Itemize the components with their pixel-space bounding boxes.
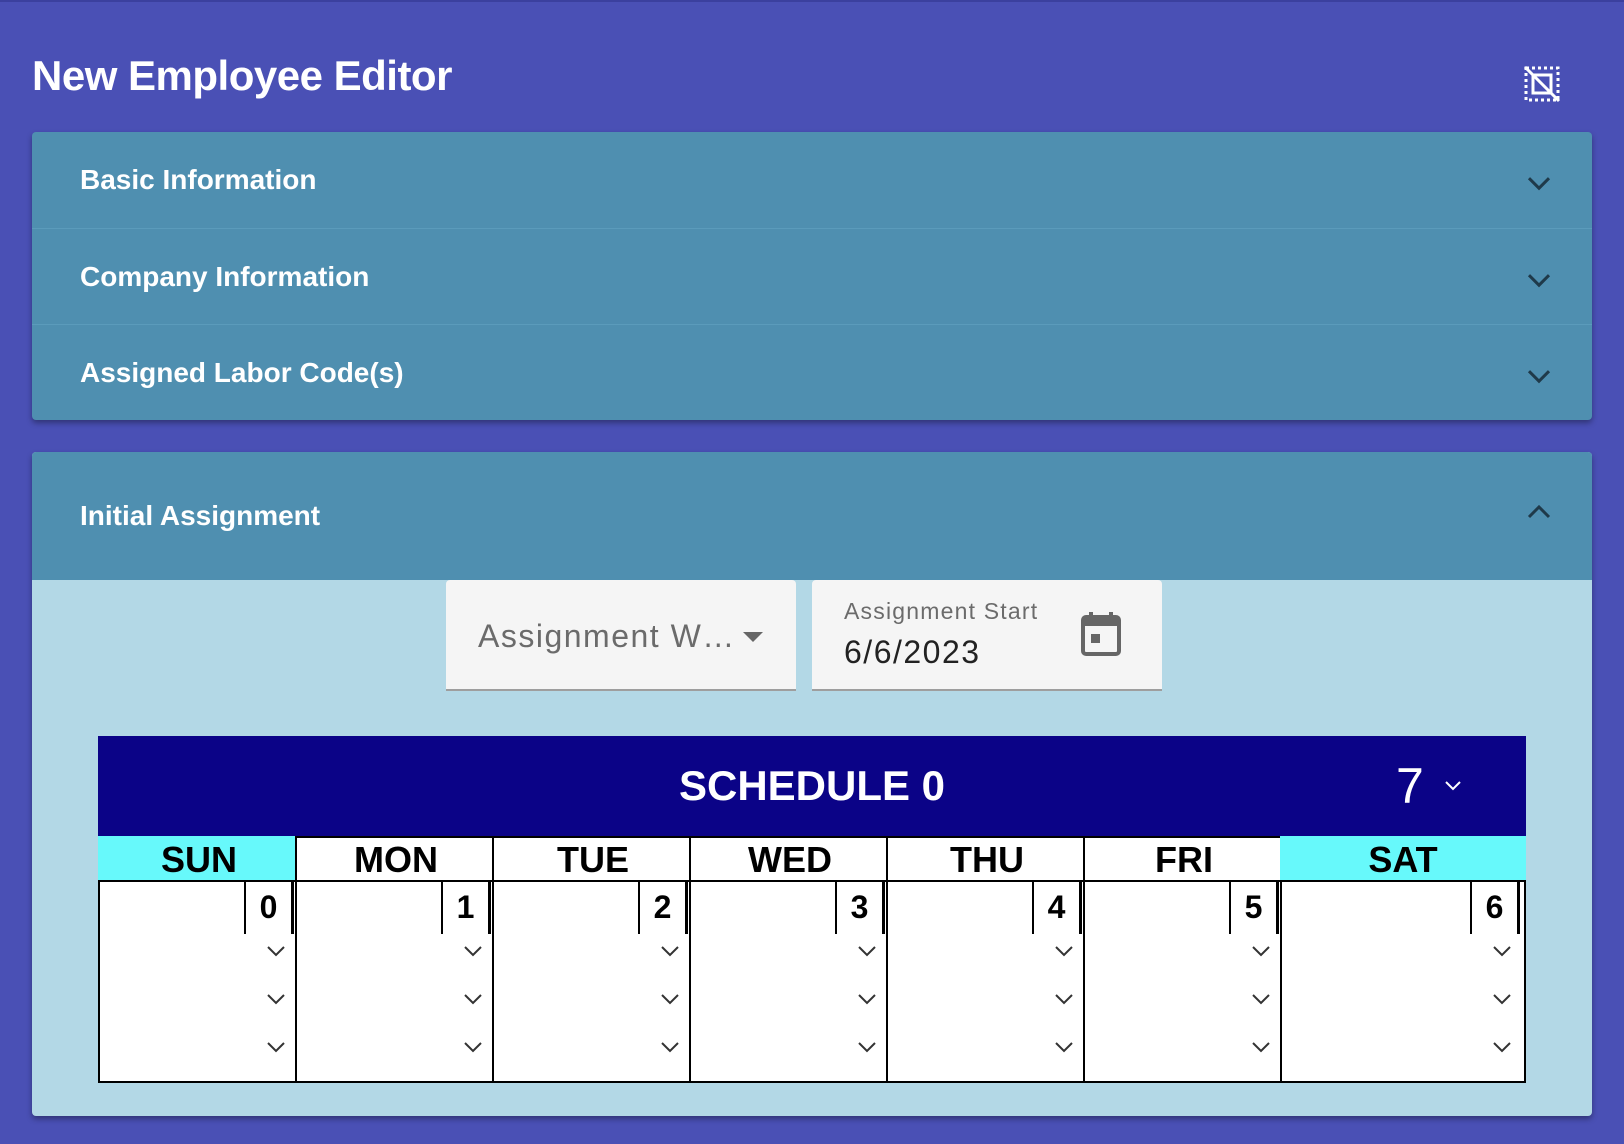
schedule-count-select[interactable]: 7 (1396, 756, 1462, 816)
shift-dropdown-1-chevron-down-icon[interactable] (463, 944, 483, 958)
day-name: TUE (492, 836, 694, 880)
day-cell: 0 (98, 880, 300, 1083)
chevron-up-icon (1527, 504, 1551, 519)
day-cell: 5 (1083, 880, 1285, 1083)
shift-dropdown-2-chevron-down-icon[interactable] (266, 992, 286, 1006)
shift-dropdown-2-chevron-down-icon[interactable] (1251, 992, 1271, 1006)
day-column-thu: THU 4 (886, 836, 1088, 1083)
day-number: 3 (835, 882, 885, 934)
shift-dropdown-1-chevron-down-icon[interactable] (660, 944, 680, 958)
day-column-wed: WED 3 (689, 836, 891, 1083)
day-number: 5 (1229, 882, 1279, 934)
calendar-icon[interactable] (1080, 612, 1122, 658)
chevron-down-icon (1527, 177, 1551, 191)
shift-dropdown-3-chevron-down-icon[interactable] (463, 1040, 483, 1054)
assignment-start-value: 6/6/2023 (844, 634, 981, 670)
panel-label: Initial Assignment (80, 500, 321, 531)
day-cell: 4 (886, 880, 1088, 1083)
chevron-down-icon (1527, 369, 1551, 383)
panel-initial-assignment-header[interactable]: Initial Assignment (32, 452, 1592, 580)
shift-dropdown-2-chevron-down-icon[interactable] (1054, 992, 1074, 1006)
day-name: WED (689, 836, 891, 880)
shift-dropdown-2-chevron-down-icon[interactable] (463, 992, 483, 1006)
day-cell: 6 (1280, 880, 1526, 1083)
day-number: 0 (244, 882, 294, 934)
shift-dropdown-2-chevron-down-icon[interactable] (1492, 992, 1512, 1006)
shift-dropdown-3-chevron-down-icon[interactable] (266, 1040, 286, 1054)
day-column-sun: SUN 0 (98, 836, 300, 1083)
day-name: FRI (1083, 836, 1285, 880)
day-name: MON (295, 836, 497, 880)
day-number: 2 (638, 882, 688, 934)
shift-dropdown-1-chevron-down-icon[interactable] (266, 944, 286, 958)
assignment-start-label: Assignment Start (844, 598, 1039, 624)
shift-dropdown-3-chevron-down-icon[interactable] (660, 1040, 680, 1054)
day-name: SUN (98, 836, 300, 880)
day-column-mon: MON 1 (295, 836, 497, 1083)
day-number: 4 (1032, 882, 1082, 934)
dialog-title: New Employee Editor (32, 52, 452, 99)
day-column-fri: FRI 5 (1083, 836, 1285, 1083)
chevron-down-icon (1527, 273, 1551, 287)
assignment-select-value: Assignment W… (478, 618, 736, 654)
panel-label: Company Information (80, 260, 370, 292)
shift-dropdown-3-chevron-down-icon[interactable] (1251, 1040, 1271, 1054)
day-number: 6 (1470, 882, 1520, 934)
close-button[interactable] (1518, 60, 1566, 108)
collapsed-panels: Basic Information Company Information As… (32, 132, 1592, 420)
schedule-header: SCHEDULE 0 7 (98, 736, 1526, 836)
panel-label: Basic Information (80, 164, 317, 195)
shift-dropdown-2-chevron-down-icon[interactable] (660, 992, 680, 1006)
shift-dropdown-1-chevron-down-icon[interactable] (857, 944, 877, 958)
day-column-sat: SAT 6 (1280, 836, 1526, 1083)
deselect-icon (1523, 65, 1561, 103)
shift-dropdown-1-chevron-down-icon[interactable] (1492, 944, 1512, 958)
assignment-start-field[interactable]: Assignment Start 6/6/2023 (812, 580, 1162, 691)
shift-dropdown-1-chevron-down-icon[interactable] (1251, 944, 1271, 958)
employee-editor-dialog: New Employee Editor Basic Information Co… (0, 0, 1624, 1144)
schedule-grid: SCHEDULE 0 7 SUN 0 MON 1 TUE 2 WED 3 THU 4 FRI 5 SAT… (98, 736, 1526, 1083)
shift-dropdown-3-chevron-down-icon[interactable] (1492, 1040, 1512, 1054)
day-cell: 3 (689, 880, 891, 1083)
assignment-select[interactable]: Assignment W… (446, 580, 796, 691)
day-column-tue: TUE 2 (492, 836, 694, 1083)
shift-dropdown-1-chevron-down-icon[interactable] (1054, 944, 1074, 958)
dropdown-arrow-icon (743, 632, 763, 642)
schedule-title: SCHEDULE 0 (678, 762, 946, 809)
panel-label: Assigned Labor Code(s) (80, 356, 404, 388)
day-cell: 2 (492, 880, 694, 1083)
shift-dropdown-2-chevron-down-icon[interactable] (857, 992, 877, 1006)
panel-initial-assignment: Initial Assignment Assignment W… Assignm… (32, 452, 1592, 1116)
shift-dropdown-3-chevron-down-icon[interactable] (1054, 1040, 1074, 1054)
day-cell: 1 (295, 880, 497, 1083)
shift-dropdown-3-chevron-down-icon[interactable] (857, 1040, 877, 1054)
day-name: SAT (1280, 836, 1526, 880)
panel-assigned-labor-codes[interactable]: Assigned Labor Code(s) (32, 324, 1592, 420)
schedule-count-value: 7 (1396, 758, 1424, 814)
day-number: 1 (441, 882, 491, 934)
panel-company-information[interactable]: Company Information (32, 228, 1592, 324)
chevron-down-icon (1445, 781, 1461, 791)
panel-basic-information[interactable]: Basic Information (32, 132, 1592, 228)
day-name: THU (886, 836, 1088, 880)
